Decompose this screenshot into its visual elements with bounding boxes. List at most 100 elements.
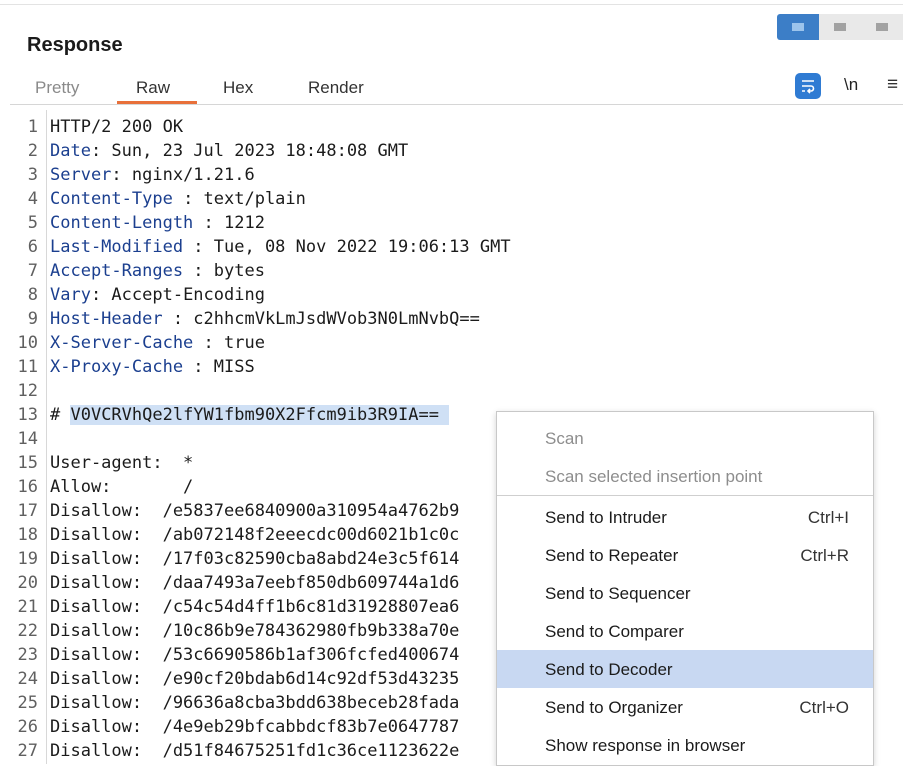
line-text: Disallow: /d51f84675251fd1c36ce1123622e — [50, 741, 460, 761]
line-number: 8 — [27, 285, 38, 305]
line-number: 23 — [17, 645, 38, 665]
line-number: 26 — [17, 717, 38, 737]
menu-item-send-to-decoder[interactable]: Send to Decoder — [497, 650, 873, 688]
header-name: Vary — [50, 285, 91, 305]
line-text: : Tue, 08 Nov 2022 19:06:13 GMT — [183, 237, 511, 257]
line-text: Disallow: /10c86b9e784362980fb9b338a70e — [50, 621, 460, 641]
line-text: : text/plain — [172, 189, 306, 209]
menu-item-label: Send to Decoder — [545, 660, 673, 679]
menu-item-label: Send to Organizer — [545, 698, 683, 717]
line-text: Disallow: /4e9eb29bfcabbdcf83b7e0647787 — [50, 717, 460, 737]
line-number: 7 — [27, 261, 38, 281]
header-name: Accept-Ranges — [50, 261, 184, 281]
line-text: Disallow: /e90cf20bdab6d14c92df53d43235 — [50, 669, 460, 689]
layout-split-vertical-icon[interactable] — [819, 14, 861, 40]
line-text: : true — [193, 333, 265, 353]
line-number: 9 — [27, 309, 38, 329]
menu-item-send-to-comparer[interactable]: Send to Comparer — [497, 612, 873, 650]
layout-split-horizontal-icon[interactable] — [777, 14, 819, 40]
line-number: 2 — [27, 141, 38, 161]
line-text: Disallow: /daa7493a7eebf850db609744a1d6 — [50, 573, 460, 593]
top-divider — [0, 4, 903, 5]
header-name: Date — [50, 141, 91, 161]
line-number: 12 — [17, 381, 38, 401]
line-number: 3 — [27, 165, 38, 185]
line-number: 20 — [17, 573, 38, 593]
menu-item-label: Scan — [545, 429, 584, 448]
line-text: : bytes — [183, 261, 265, 281]
line-content: Disallow: /17f03c82590cba8abd24e3c5f614 — [50, 547, 459, 571]
line-number: 13 — [17, 405, 38, 425]
line-number: 5 — [27, 213, 38, 233]
menu-item-send-to-organizer[interactable]: Send to Organizer Ctrl+O — [497, 688, 873, 726]
line-content: Disallow: /96636a8cba3bdd638beceb28fada — [50, 691, 459, 715]
menu-item-shortcut: Ctrl+I — [807, 508, 849, 527]
header-name: X-Proxy-Cache — [50, 357, 184, 377]
header-name: Last-Modified — [50, 237, 184, 257]
line-number: 22 — [17, 621, 38, 641]
menu-item-scan-selected-insertion-point: Scan selected insertion point — [497, 457, 873, 495]
tab-raw[interactable]: Raw — [136, 78, 170, 98]
line-number: 10 — [17, 333, 38, 353]
line-text: User-agent: * — [50, 453, 194, 473]
header-name: Content-Length — [50, 213, 194, 233]
line-number: 17 — [17, 501, 38, 521]
tab-hex[interactable]: Hex — [223, 78, 253, 98]
layout-toggle[interactable] — [777, 14, 903, 40]
line-content: Disallow: /daa7493a7eebf850db609744a1d6 — [50, 571, 459, 595]
line-number: 1 — [27, 117, 38, 137]
line-text: Disallow: /17f03c82590cba8abd24e3c5f614 — [50, 549, 460, 569]
tab-render[interactable]: Render — [308, 78, 364, 98]
line-number-gutter — [46, 110, 47, 764]
line-text: Disallow: /e5837ee6840900a310954a4762b9 — [50, 501, 460, 521]
tab-pretty[interactable]: Pretty — [35, 78, 79, 98]
header-name: X-Server-Cache — [50, 333, 194, 353]
line-number: 4 — [27, 189, 38, 209]
header-name: Server — [50, 165, 112, 185]
menu-item-show-response-in-browser[interactable]: Show response in browser — [497, 726, 873, 764]
context-menu: Scan Scan selected insertion point Send to… — [496, 411, 874, 766]
menu-item-label: Send to Repeater — [545, 546, 679, 565]
line-number: 19 — [17, 549, 38, 569]
line-number: 27 — [17, 741, 38, 761]
line-content: Vary: Accept-Encoding — [50, 283, 265, 307]
menu-item-send-to-intruder[interactable]: Send to Intruder Ctrl+I — [497, 498, 873, 536]
comment-prefix: # — [50, 405, 71, 425]
line-number: 25 — [17, 693, 38, 713]
line-content: Disallow: /53c6690586b1af306fcfed400674 — [50, 643, 459, 667]
line-content: X-Proxy-Cache : MISS — [50, 355, 255, 379]
menu-item-label: Send to Sequencer — [545, 584, 691, 603]
line-number: 18 — [17, 525, 38, 545]
line-number: 24 — [17, 669, 38, 689]
line-content: Content-Length : 1212 — [50, 211, 265, 235]
line-content: Host-Header : c2hhcmVkLmJsdWVob3N0LmNvbQ… — [50, 307, 480, 331]
hamburger-menu-icon[interactable]: ≡ — [887, 74, 898, 96]
line-content: Server: nginx/1.21.6 — [50, 163, 255, 187]
selected-text[interactable]: V0VCRVhQe2lfYW1fbm90X2Ffcm9ib3R9IA== — [70, 405, 450, 425]
line-content: User-agent: * — [50, 451, 193, 475]
menu-item-label: Scan selected insertion point — [545, 467, 763, 486]
show-newlines-button[interactable]: \n — [844, 75, 858, 95]
menu-item-label: Show response in browser — [545, 736, 746, 755]
line-number: 16 — [17, 477, 38, 497]
line-content: X-Server-Cache : true — [50, 331, 265, 355]
menu-item-send-to-sequencer[interactable]: Send to Sequencer — [497, 574, 873, 612]
line-content: Disallow: /10c86b9e784362980fb9b338a70e — [50, 619, 459, 643]
menu-item-send-to-repeater[interactable]: Send to Repeater Ctrl+R — [497, 536, 873, 574]
menu-separator — [497, 495, 873, 496]
line-text: Disallow: /ab072148f2eeecdc00d6021b1c0c — [50, 525, 460, 545]
menu-item-label: Send to Comparer — [545, 622, 684, 641]
line-content: Disallow: /ab072148f2eeecdc00d6021b1c0c — [50, 523, 459, 547]
line-content: Last-Modified : Tue, 08 Nov 2022 19:06:1… — [50, 235, 511, 259]
layout-tabs-icon[interactable] — [861, 14, 903, 40]
line-content: # V0VCRVhQe2lfYW1fbm90X2Ffcm9ib3R9IA== — [50, 403, 450, 427]
menu-item-shortcut: Ctrl+O — [799, 698, 849, 717]
line-text: Disallow: /96636a8cba3bdd638beceb28fada — [50, 693, 460, 713]
word-wrap-icon[interactable] — [795, 73, 821, 99]
line-text: : Accept-Encoding — [90, 285, 265, 305]
line-number: 6 — [27, 237, 38, 257]
line-content: Disallow: /c54c54d4ff1b6c81d31928807ea6 — [50, 595, 459, 619]
panel-title: Response — [27, 34, 123, 56]
line-number: 11 — [17, 357, 38, 377]
line-text: HTTP/2 200 OK — [50, 117, 184, 137]
